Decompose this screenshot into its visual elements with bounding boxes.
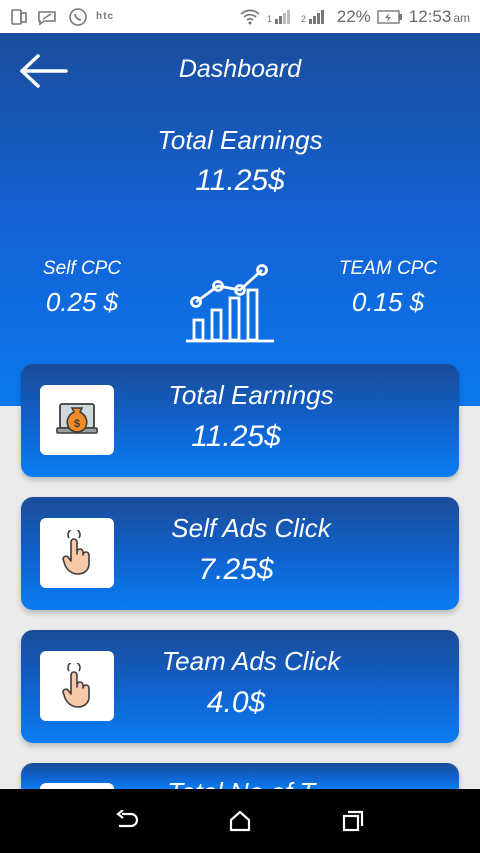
card-total-earnings[interactable]: $ Total Earnings 11.25$ [21, 364, 459, 477]
money-bag-icon: $ [56, 403, 98, 434]
battery-icon [377, 9, 403, 24]
status-right-icons: 1 2 22% 12:53 am [239, 7, 470, 27]
home-icon [229, 810, 251, 832]
card-label: Total Earnings [168, 380, 334, 410]
clock: 12:53 am [409, 7, 470, 27]
wifi-icon [239, 8, 261, 26]
clock-ampm: am [453, 10, 470, 25]
status-left-icons: htc [10, 7, 114, 27]
team-cpc-value: 0.15 $ [351, 287, 425, 317]
nav-recents-button[interactable] [333, 801, 373, 841]
card-icon-box: $ [40, 385, 114, 455]
battery-percent: 22% [336, 6, 371, 26]
page-title: Dashboard [178, 55, 302, 83]
tap-hand-icon [62, 663, 90, 708]
carrier-label: htc [96, 11, 114, 22]
nav-back-icon [115, 810, 138, 828]
card-value: 4.0$ [206, 686, 266, 719]
status-bar: htc 1 2 22% 12:53 am [0, 0, 480, 33]
tap-hand-icon [62, 530, 90, 575]
self-cpc: Self CPC 0.25 $ [2, 258, 162, 318]
tablet-icon [10, 8, 28, 26]
card-label: Total No of T... [121, 777, 381, 789]
card-icon-box [40, 651, 114, 721]
total-earnings-value: 11.25$ [195, 164, 285, 197]
nav-home-button[interactable] [220, 801, 260, 841]
card-value: 7.25$ [198, 553, 274, 586]
whatsapp-icon [68, 7, 88, 27]
card-team-ads-click[interactable]: Team Ads Click 4.0$ [21, 630, 459, 743]
recents-icon [343, 810, 364, 832]
svg-text:2: 2 [301, 14, 306, 24]
nav-back-button[interactable] [107, 801, 147, 841]
self-cpc-label: Self CPC [42, 258, 122, 279]
svg-text:$: $ [74, 418, 80, 430]
self-cpc-value: 0.25 $ [45, 287, 119, 317]
signal-2-icon: 2 [301, 9, 331, 25]
message-icon [36, 8, 60, 26]
team-cpc-label: TEAM CPC [338, 258, 438, 279]
clock-time: 12:53 [408, 6, 452, 26]
card-self-ads-click[interactable]: Self Ads Click 7.25$ [21, 497, 459, 610]
total-earnings-label: Total Earnings [157, 125, 323, 155]
card-label: Team Ads Click [161, 646, 341, 676]
svg-text:1: 1 [267, 14, 272, 24]
system-nav-bar [0, 789, 480, 853]
card-value: 11.25$ [191, 420, 281, 453]
card-total-team-partial[interactable]: Total No of T... [21, 763, 459, 789]
team-cpc: TEAM CPC 0.15 $ [308, 258, 468, 318]
app-header: Dashboard [0, 33, 480, 107]
growth-chart-icon [184, 260, 276, 351]
signal-1-icon: 1 [267, 9, 295, 25]
card-icon-box [40, 518, 114, 588]
card-label: Self Ads Click [171, 513, 331, 543]
